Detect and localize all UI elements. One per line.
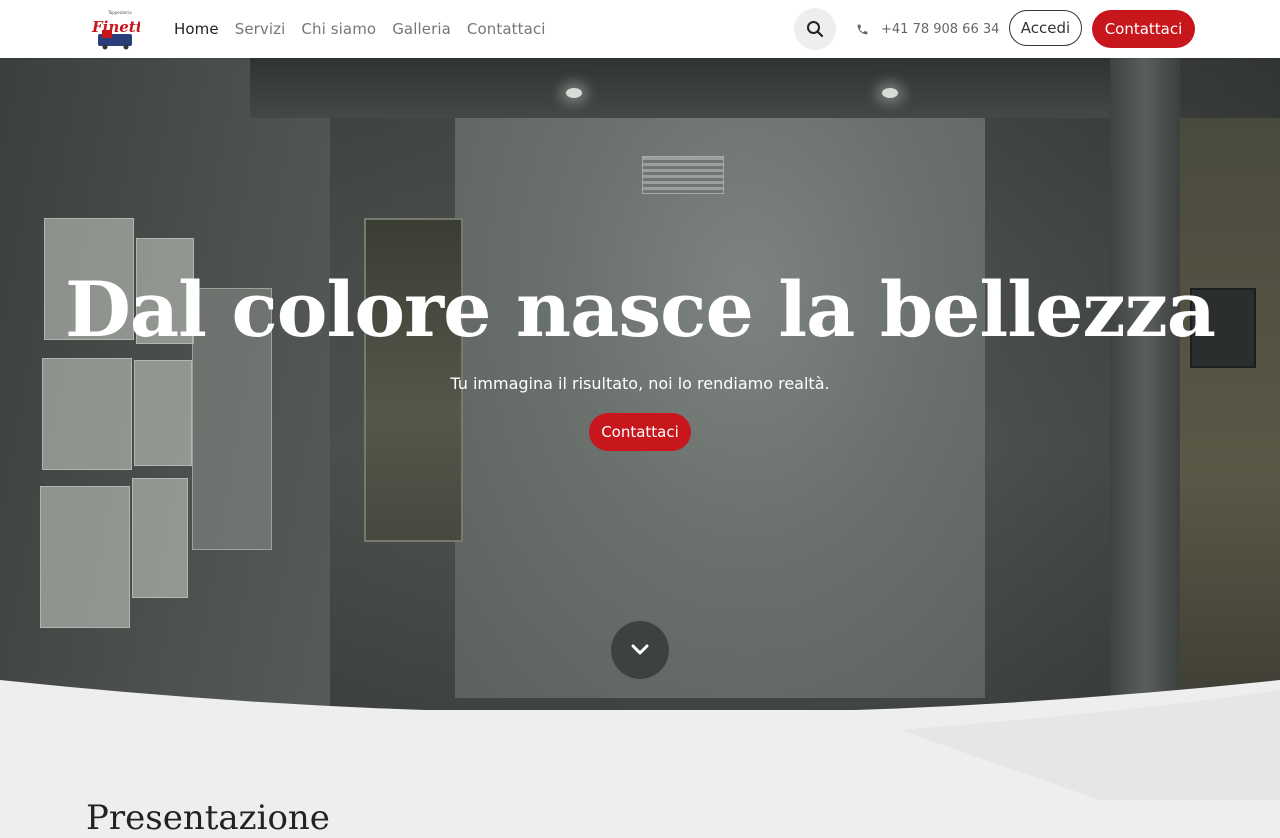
logo[interactable]: Finetti Tappezzeria (88, 8, 149, 50)
svg-text:Tappezzeria: Tappezzeria (107, 10, 132, 15)
site-header: Finetti Tappezzeria Home Servizi Chi sia… (0, 0, 1280, 58)
hero-section: Dal colore nasce la bellezza Tu immagina… (0, 58, 1280, 710)
search-icon (807, 21, 824, 38)
nav-item-home[interactable]: Home (174, 20, 219, 38)
section-title-presentazione: Presentazione (86, 798, 330, 838)
logo-graphic: Finetti Tappezzeria (91, 10, 149, 50)
nav-item-chi-siamo[interactable]: Chi siamo (301, 20, 376, 38)
phone-contact[interactable]: +41 78 908 66 34 (856, 0, 999, 58)
hero-bg-panel (132, 478, 188, 598)
chevron-down-icon (631, 644, 649, 655)
hero-title: Dal colore nasce la bellezza (65, 265, 1216, 354)
phone-icon (857, 24, 868, 34)
hero-bg-spotlight (566, 88, 582, 98)
contact-button[interactable]: Contattaci (1092, 10, 1195, 48)
svg-text:Finetti: Finetti (91, 18, 140, 36)
hero-bg-right-room (1180, 118, 1280, 710)
nav-item-servizi[interactable]: Servizi (235, 20, 286, 38)
main-nav: Home Servizi Chi siamo Galleria Contatta… (174, 0, 562, 58)
hero-bg-ceiling (250, 58, 1150, 118)
nav-item-contattaci[interactable]: Contattaci (467, 20, 546, 38)
hero-bg-vent (642, 156, 724, 194)
hero-bg-spotlight (882, 88, 898, 98)
login-button[interactable]: Accedi (1009, 10, 1082, 46)
hero-bg-panel (40, 486, 130, 628)
phone-number: +41 78 908 66 34 (881, 21, 1000, 37)
hero-subtitle: Tu immagina il risultato, noi lo rendiam… (450, 374, 830, 393)
nav-item-galleria[interactable]: Galleria (392, 20, 451, 38)
hero-bg-wall-center (455, 118, 985, 698)
hero-contact-button[interactable]: Contattaci (589, 413, 691, 451)
search-button[interactable] (794, 8, 836, 50)
hero-curve-divider (0, 680, 1280, 800)
